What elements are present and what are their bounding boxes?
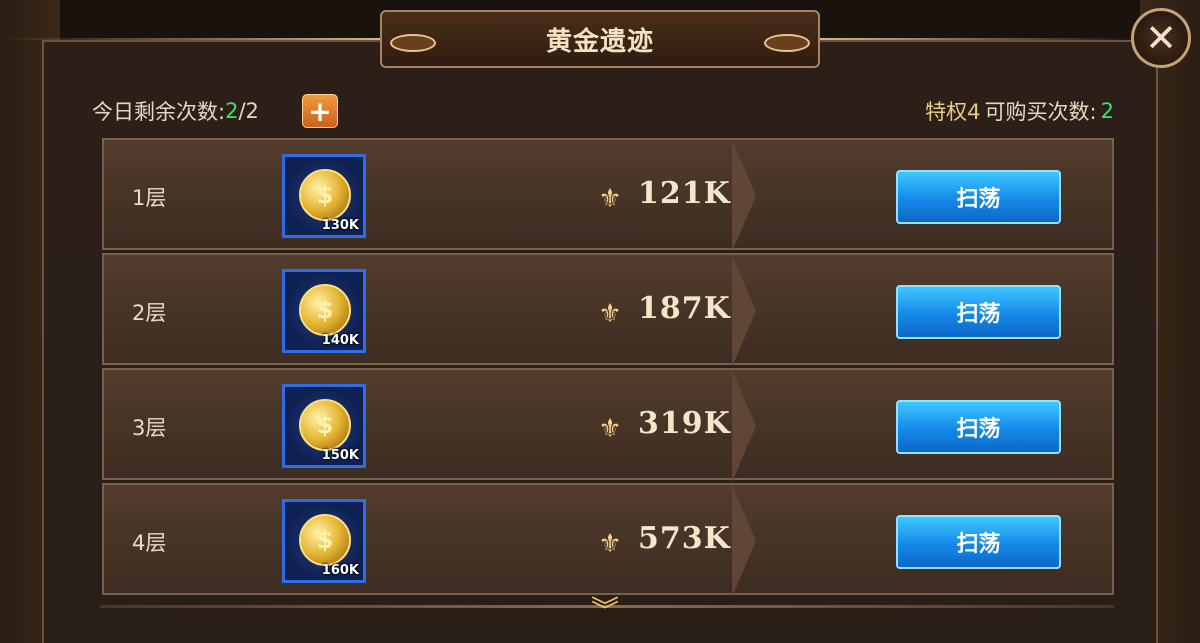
plus-icon: + xyxy=(308,94,332,128)
row-divider-chevron xyxy=(732,485,756,597)
remaining-attempts: 今日剩余次数: 2 / 2 xyxy=(92,96,259,126)
purchasable-label: 可购买次数: xyxy=(984,100,1097,124)
recommended-power: 573K xyxy=(638,521,731,556)
sweep-button[interactable]: 扫荡 xyxy=(896,170,1061,224)
coin-icon: $ xyxy=(299,169,351,221)
close-button[interactable]: ✕ xyxy=(1131,8,1191,68)
floor-row: 3层 $ 150K ⚜ 319K 扫荡 xyxy=(102,368,1114,482)
reward-item[interactable]: $ 140K xyxy=(282,269,366,353)
sweep-button[interactable]: 扫荡 xyxy=(896,400,1061,454)
sweep-button[interactable]: 扫荡 xyxy=(896,515,1061,569)
sweep-button[interactable]: 扫荡 xyxy=(896,285,1061,339)
close-icon: ✕ xyxy=(1145,16,1177,60)
purchasable-count: 2 xyxy=(1100,99,1114,123)
coin-icon: $ xyxy=(299,284,351,336)
floor-row: 2层 $ 140K ⚜ 187K 扫荡 xyxy=(102,253,1114,367)
power-icon: ⚜ xyxy=(598,414,622,444)
power-icon: ⚜ xyxy=(598,184,622,214)
remaining-separator: / xyxy=(238,99,246,123)
dialog-title: 黄金遗迹 xyxy=(545,26,654,57)
title-bar: 黄金遗迹 xyxy=(380,10,820,68)
power-icon: ⚜ xyxy=(598,529,622,559)
remaining-label: 今日剩余次数: xyxy=(92,100,226,124)
recommended-power: 319K xyxy=(638,406,731,441)
recommended-power: 121K xyxy=(638,176,731,211)
reward-item[interactable]: $ 150K xyxy=(282,384,366,468)
floor-list: 1层 $ 130K ⚜ 121K 扫荡 2层 $ 140K ⚜ 187K 扫荡 … xyxy=(102,138,1114,605)
power-icon: ⚜ xyxy=(598,299,622,329)
row-divider-chevron xyxy=(732,370,756,482)
privilege-info: 特权4 可购买次数: 2 xyxy=(925,96,1114,126)
reward-quantity: 150K xyxy=(321,448,359,463)
floor-label: 1层 xyxy=(132,186,167,210)
reward-item[interactable]: $ 130K xyxy=(282,154,366,238)
floor-row: 1层 $ 130K ⚜ 121K 扫荡 xyxy=(102,138,1114,252)
floor-label: 3层 xyxy=(132,416,167,440)
privilege-level: 特权4 xyxy=(925,100,981,124)
row-divider-chevron xyxy=(732,140,756,252)
reward-quantity: 160K xyxy=(321,563,359,578)
remaining-current: 2 xyxy=(225,99,239,123)
title-ornament-right-icon xyxy=(764,34,810,52)
reward-quantity: 130K xyxy=(321,218,359,233)
floor-label: 2层 xyxy=(132,301,167,325)
floor-row: 4层 $ 160K ⚜ 573K 扫荡 xyxy=(102,483,1114,597)
coin-icon: $ xyxy=(299,399,351,451)
title-divider-left xyxy=(0,38,380,40)
recommended-power: 187K xyxy=(638,291,731,326)
remaining-max: 2 xyxy=(245,99,259,123)
chevron-down-icon[interactable]: ︾ xyxy=(585,594,625,627)
title-divider-right xyxy=(820,38,1140,40)
reward-item[interactable]: $ 160K xyxy=(282,499,366,583)
coin-icon: $ xyxy=(299,514,351,566)
floor-label: 4层 xyxy=(132,531,167,555)
row-divider-chevron xyxy=(732,255,756,367)
add-attempts-button[interactable]: + xyxy=(302,94,338,128)
reward-quantity: 140K xyxy=(321,333,359,348)
